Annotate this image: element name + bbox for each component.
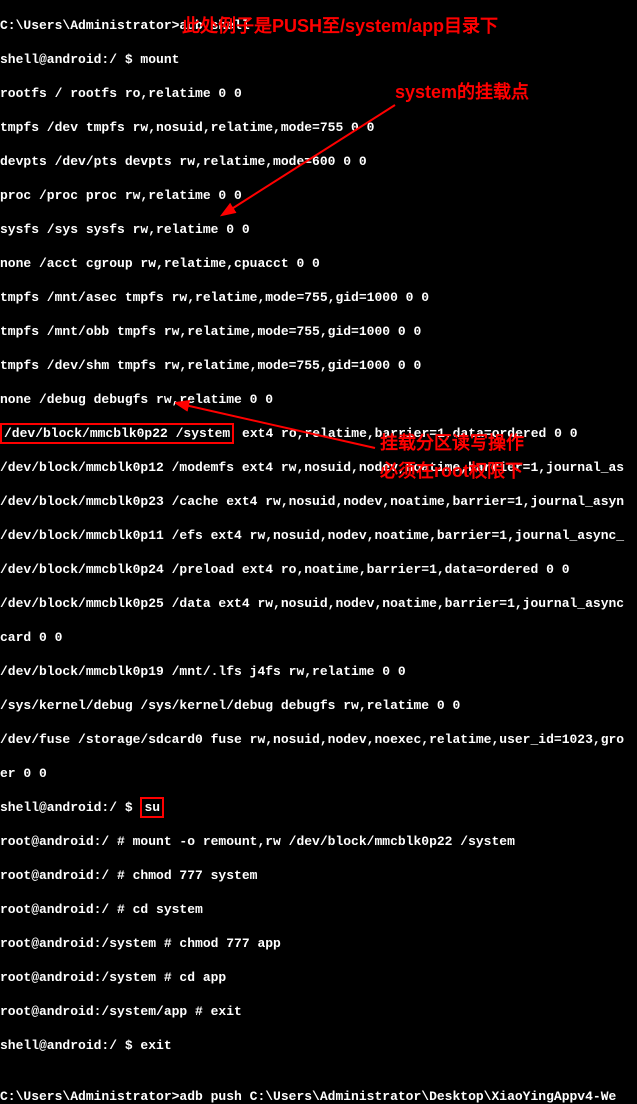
terminal-line: tmpfs /mnt/obb tmpfs rw,relatime,mode=75… xyxy=(0,323,637,340)
terminal-line: shell@android:/ $ su xyxy=(0,799,637,816)
annotation-root-required: 必须在root权限下 xyxy=(380,463,523,480)
terminal-line: /dev/fuse /storage/sdcard0 fuse rw,nosui… xyxy=(0,731,637,748)
terminal-line: tmpfs /dev/shm tmpfs rw,relatime,mode=75… xyxy=(0,357,637,374)
terminal-line: /sys/kernel/debug /sys/kernel/debug debu… xyxy=(0,697,637,714)
terminal-line: /dev/block/mmcblk0p23 /cache ext4 rw,nos… xyxy=(0,493,637,510)
system-mount-highlight: /dev/block/mmcblk0p22 /system xyxy=(0,423,234,444)
terminal-line: proc /proc proc rw,relatime 0 0 xyxy=(0,187,637,204)
terminal-line: none /debug debugfs rw,relatime 0 0 xyxy=(0,391,637,408)
terminal-line: rootfs / rootfs ro,relatime 0 0 xyxy=(0,85,637,102)
terminal-line: root@android:/system/app # exit xyxy=(0,1003,637,1020)
terminal-line: card 0 0 xyxy=(0,629,637,646)
terminal-line: C:\Users\Administrator>adb push C:\Users… xyxy=(0,1088,637,1104)
terminal-line: /dev/block/mmcblk0p19 /mnt/.lfs j4fs rw,… xyxy=(0,663,637,680)
terminal-line: sysfs /sys sysfs rw,relatime 0 0 xyxy=(0,221,637,238)
terminal-line: none /acct cgroup rw,relatime,cpuacct 0 … xyxy=(0,255,637,272)
annotation-mount-rw: 挂载分区读写操作 xyxy=(380,435,524,452)
terminal-line: root@android:/system # cd app xyxy=(0,969,637,986)
terminal-line: /dev/block/mmcblk0p12 /modemfs ext4 rw,n… xyxy=(0,459,637,476)
terminal-output[interactable]: C:\Users\Administrator>adb shell shell@a… xyxy=(0,0,637,1104)
terminal-line: devpts /dev/pts devpts rw,relatime,mode=… xyxy=(0,153,637,170)
terminal-line: root@android:/ # mount -o remount,rw /de… xyxy=(0,833,637,850)
terminal-line: /dev/block/mmcblk0p22 /system ext4 ro,re… xyxy=(0,425,637,442)
su-command-highlight: su xyxy=(140,797,164,818)
terminal-line: /dev/block/mmcblk0p24 /preload ext4 ro,n… xyxy=(0,561,637,578)
terminal-line: tmpfs /dev tmpfs rw,nosuid,relatime,mode… xyxy=(0,119,637,136)
terminal-line: /dev/block/mmcblk0p25 /data ext4 rw,nosu… xyxy=(0,595,637,612)
terminal-line: /dev/block/mmcblk0p11 /efs ext4 rw,nosui… xyxy=(0,527,637,544)
terminal-line: er 0 0 xyxy=(0,765,637,782)
annotation-system-mount: system的挂载点 xyxy=(395,84,529,101)
terminal-line: root@android:/system # chmod 777 app xyxy=(0,935,637,952)
terminal-line: root@android:/ # chmod 777 system xyxy=(0,867,637,884)
terminal-line: root@android:/ # cd system xyxy=(0,901,637,918)
terminal-line: shell@android:/ $ exit xyxy=(0,1037,637,1054)
shell-prompt: shell@android:/ $ xyxy=(0,800,140,815)
annotation-push-example: 此处例子是PUSH至/system/app目录下 xyxy=(182,18,498,35)
terminal-line: tmpfs /mnt/asec tmpfs rw,relatime,mode=7… xyxy=(0,289,637,306)
terminal-line: shell@android:/ $ mount xyxy=(0,51,637,68)
